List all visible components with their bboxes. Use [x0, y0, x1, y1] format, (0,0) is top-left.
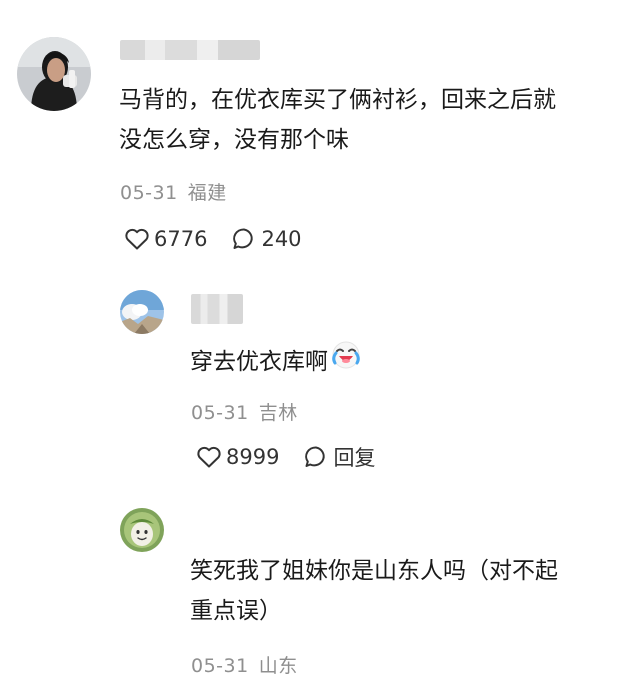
comment-date: 05-31: [120, 182, 178, 204]
avatar[interactable]: [17, 37, 91, 111]
comment-location: 山东: [258, 655, 298, 677]
speech-bubble-icon: [231, 226, 257, 252]
avatar[interactable]: [120, 290, 164, 334]
username-blurred[interactable]: [120, 40, 260, 60]
comment-meta: 05-31 吉林: [191, 398, 298, 425]
like-button[interactable]: 8999: [196, 445, 279, 469]
comment-location: 福建: [187, 182, 227, 204]
speech-bubble-icon: [303, 444, 329, 470]
comment-text: 马背的，在优衣库买了俩衬衫，回来之后就 没怎么穿，没有那个味: [119, 80, 556, 160]
reply-count: 240: [261, 227, 302, 251]
heart-icon: [196, 445, 222, 469]
like-count: 6776: [154, 227, 208, 251]
comment-meta: 05-31 山东: [191, 651, 298, 678]
username-blurred[interactable]: [191, 294, 243, 324]
like-button[interactable]: 6776: [124, 227, 207, 251]
comment-text-line: 笑死我了姐妹你是山东人吗（对不起: [190, 558, 558, 584]
crying-laughing-emoji-icon: [330, 338, 362, 383]
reply-button[interactable]: 回复: [303, 442, 375, 472]
comment-text-line: 没怎么穿，没有那个味: [119, 127, 349, 153]
like-count: 8999: [226, 445, 280, 469]
comment-text: 穿去优衣库啊: [190, 340, 362, 385]
heart-icon: [124, 227, 150, 251]
comment-text-line: 重点误）: [190, 598, 282, 624]
comment-meta: 05-31 福建: [120, 178, 227, 205]
comment-text-line: 马背的，在优衣库买了俩衬衫，回来之后就: [119, 87, 556, 113]
comment-actions: 6776 240: [124, 224, 302, 254]
comment-date: 05-31: [191, 402, 249, 424]
comment-actions: 8999 回复: [196, 442, 375, 472]
comment-location: 吉林: [258, 402, 298, 424]
comment-date: 05-31: [191, 655, 249, 677]
avatar[interactable]: [120, 508, 164, 552]
reply-button[interactable]: 240: [231, 226, 302, 252]
reply-label: 回复: [333, 446, 376, 470]
comment-text-content: 穿去优衣库啊: [190, 349, 328, 375]
comment-text: 笑死我了姐妹你是山东人吗（对不起 重点误）: [190, 551, 558, 631]
